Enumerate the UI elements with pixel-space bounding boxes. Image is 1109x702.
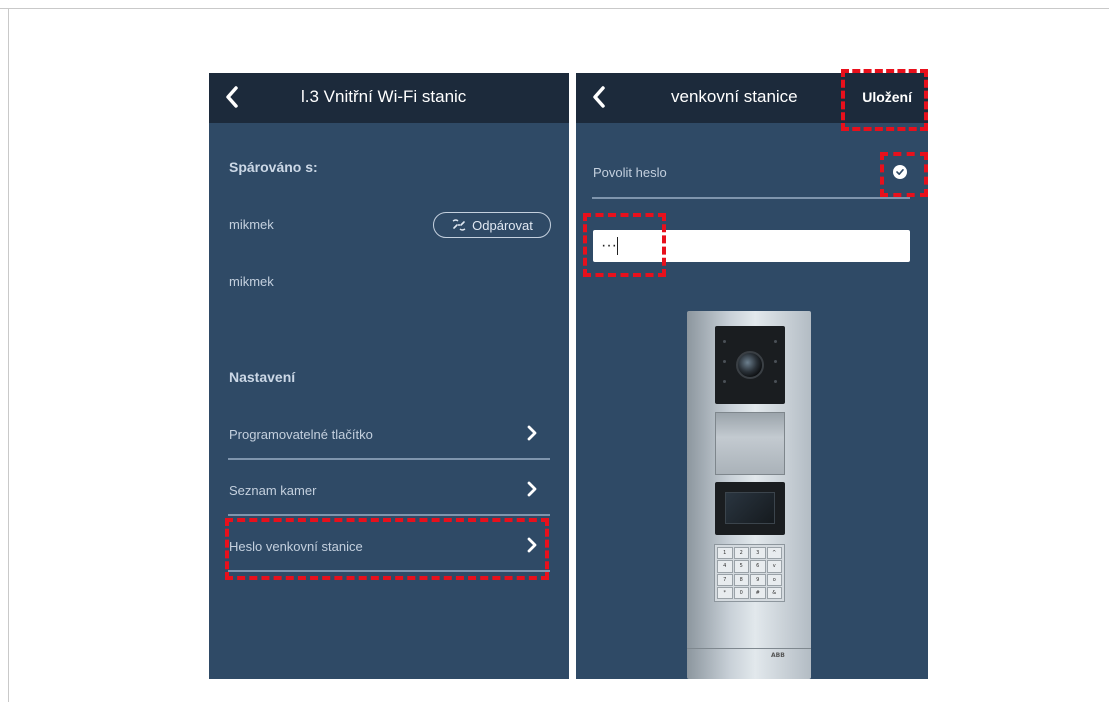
- page-title: l.3 Vnitřní Wi-Fi stanic: [301, 87, 467, 106]
- ir-led: [723, 380, 726, 383]
- ir-led: [774, 380, 777, 383]
- paired-device-1: mikmek: [229, 217, 274, 232]
- frame-border-top: [0, 8, 1109, 9]
- keypad-key: ^: [766, 547, 782, 560]
- settings-heading: Nastavení: [229, 369, 296, 385]
- keypad-key: 6: [750, 560, 766, 573]
- keypad-key: 9: [750, 573, 766, 586]
- abb-logo: ABB: [771, 652, 785, 659]
- door-station-image: 1 2 3 ^ 4 5 6 v 7 8 9 o * 0 # & ABB: [687, 311, 811, 679]
- keypad-key: 4: [717, 560, 733, 573]
- back-button[interactable]: [590, 83, 614, 113]
- ir-led: [723, 360, 726, 363]
- keypad-key: 7: [717, 573, 733, 586]
- unpair-button[interactable]: Odpárovat: [433, 212, 551, 238]
- paired-device-2: mikmek: [229, 274, 274, 289]
- display-glass: [725, 492, 775, 524]
- back-arrow-icon: [590, 83, 614, 111]
- keypad-key: v: [766, 560, 782, 573]
- ir-led: [774, 360, 777, 363]
- speaker-module: [715, 412, 785, 475]
- divider: [228, 514, 550, 516]
- left-phone-screen: l.3 Vnitřní Wi-Fi stanic Spárováno s: mi…: [209, 73, 569, 679]
- keypad-key: o: [766, 573, 782, 586]
- chevron-right-icon[interactable]: [525, 481, 539, 497]
- back-arrow-icon: [223, 83, 247, 111]
- frame-border-left: [8, 8, 9, 702]
- highlight-box-checkbox: [880, 152, 928, 197]
- ir-led: [774, 340, 777, 343]
- back-button[interactable]: [223, 83, 247, 113]
- keypad-key: 5: [733, 560, 749, 573]
- highlight-box-password-setting: [225, 518, 549, 580]
- ir-led: [723, 340, 726, 343]
- settings-item-label: Seznam kamer: [229, 483, 317, 498]
- enable-password-label: Povolit heslo: [593, 165, 667, 180]
- display-module: [715, 482, 785, 535]
- keypad-key: &: [766, 586, 782, 599]
- keypad-key: 1: [717, 547, 733, 560]
- camera-module: [715, 326, 785, 404]
- keypad-key: 3: [750, 547, 766, 560]
- keypad-key: #: [750, 586, 766, 599]
- unpair-label: Odpárovat: [472, 217, 533, 233]
- left-topbar: l.3 Vnitřní Wi-Fi stanic: [209, 73, 569, 123]
- settings-item-label: Programovatelné tlačítko: [229, 427, 373, 442]
- divider: [228, 458, 550, 460]
- right-phone-screen: venkovní stanice Uložení Povolit heslo 1…: [576, 73, 928, 679]
- camera-lens-icon: [736, 351, 764, 379]
- page-title: venkovní stanice: [671, 87, 798, 106]
- chevron-right-icon[interactable]: [525, 425, 539, 441]
- keypad-key: 8: [733, 573, 749, 586]
- keypad-key: *: [717, 586, 733, 599]
- divider: [592, 197, 910, 199]
- highlight-box-password-input: [583, 213, 666, 277]
- keypad-key: 2: [733, 547, 749, 560]
- highlight-box-save-button: [841, 69, 928, 131]
- unlink-icon: [451, 218, 467, 232]
- keypad-key: 0: [733, 586, 749, 599]
- keypad-module: 1 2 3 ^ 4 5 6 v 7 8 9 o * 0 # &: [714, 544, 785, 602]
- panel-divider: [687, 648, 811, 649]
- paired-heading: Spárováno s:: [229, 159, 318, 175]
